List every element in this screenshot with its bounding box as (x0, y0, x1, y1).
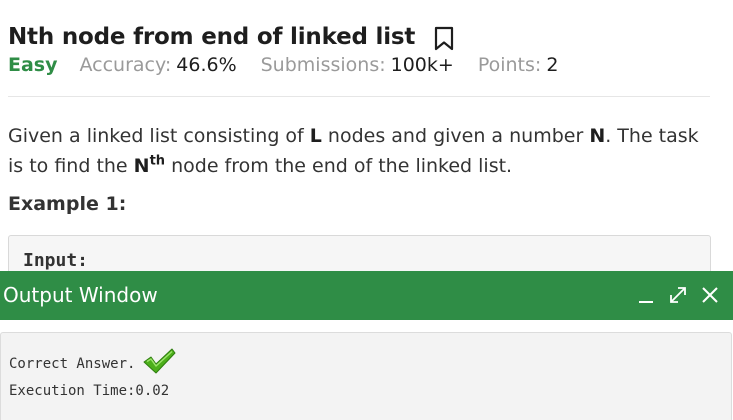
problem-title: Nth node from end of linked list (8, 24, 416, 50)
difficulty-badge: Easy (8, 54, 58, 76)
variable-l: L (309, 125, 322, 147)
result-line: Correct Answer. (9, 348, 177, 375)
problem-header: Nth node from end of linked list Easy Ac… (8, 20, 710, 84)
ordinal-suffix: th (149, 153, 166, 169)
bookmark-icon[interactable] (433, 26, 455, 52)
result-text: Correct Answer. (9, 356, 136, 372)
variable-n-ordinal: Nth (134, 155, 165, 177)
check-icon (141, 347, 177, 375)
accuracy-label: Accuracy: (79, 54, 172, 76)
close-icon[interactable] (699, 283, 721, 307)
variable-n: N (133, 155, 150, 177)
window-controls (635, 283, 721, 307)
title-row: Nth node from end of linked list (8, 20, 710, 54)
points-label: Points: (477, 54, 542, 76)
example-input-label: Input: (23, 250, 89, 271)
variable-n: N (589, 125, 606, 147)
description-text: node from the end of the linked list. (165, 155, 513, 177)
execution-time: Execution Time:0.02 (9, 383, 170, 399)
output-window-title: Output Window (3, 283, 158, 307)
output-console: Correct Answer. Execution Time:0.02 (0, 332, 732, 420)
problem-description: Given a linked list consisting of L node… (8, 121, 718, 181)
accuracy-value: 46.6% (176, 54, 237, 76)
points-value: 2 (546, 54, 559, 76)
output-window-titlebar[interactable]: Output Window (0, 271, 733, 320)
submissions-value: 100k+ (390, 54, 454, 76)
expand-icon[interactable] (667, 283, 689, 307)
problem-meta: Easy Accuracy: 46.6% Submissions: 100k+ … (8, 54, 710, 84)
example-heading: Example 1: (8, 193, 127, 215)
description-text: Given a linked list consisting of (8, 125, 310, 147)
header-divider (8, 96, 710, 97)
minimize-icon[interactable] (635, 283, 657, 307)
submissions-label: Submissions: (260, 54, 386, 76)
problem-page: Nth node from end of linked list Easy Ac… (0, 0, 733, 420)
output-window: Output Window Correct Answer. Execution … (0, 271, 733, 420)
description-text: nodes and given a number (321, 125, 590, 147)
